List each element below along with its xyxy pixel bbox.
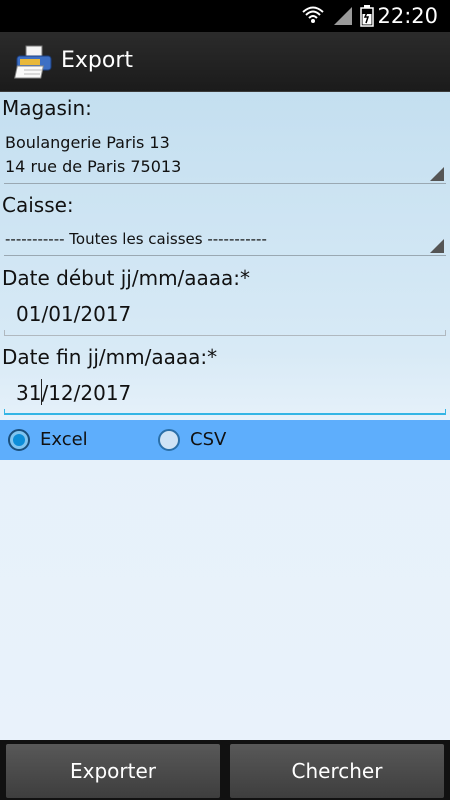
radio-selected-dot: [13, 434, 25, 446]
date-debut-value: 01/01/2017: [16, 302, 132, 326]
signal-icon: [334, 7, 352, 25]
magasin-spinner[interactable]: Boulangerie Paris 13 14 rue de Paris 750…: [4, 132, 446, 184]
caisse-spinner[interactable]: ----------- Toutes les caisses ---------…: [4, 228, 446, 256]
radio-excel[interactable]: [8, 429, 30, 451]
bottom-button-bar: Exporter Chercher: [0, 740, 450, 800]
caisse-value: ----------- Toutes les caisses ---------…: [5, 230, 267, 248]
radio-excel-label[interactable]: Excel: [40, 429, 88, 450]
action-bar: Export: [0, 32, 450, 92]
radio-csv[interactable]: [158, 429, 180, 451]
magasin-label: Magasin:: [2, 96, 92, 120]
printer-app-icon: [14, 45, 52, 79]
format-radio-group: Excel CSV: [0, 420, 450, 460]
page-title: Export: [61, 48, 134, 73]
exporter-button[interactable]: Exporter: [6, 744, 220, 798]
spinner-arrow-icon: [430, 167, 444, 181]
spinner-arrow-icon: [430, 239, 444, 253]
battery-icon: [360, 5, 374, 27]
date-debut-input[interactable]: 01/01/2017: [4, 294, 446, 336]
export-form: Magasin: Boulangerie Paris 13 14 rue de …: [0, 92, 450, 740]
radio-csv-label[interactable]: CSV: [190, 429, 226, 450]
wifi-icon: [302, 6, 324, 23]
date-fin-value: 31/12/2017: [16, 381, 132, 405]
status-time: 22:20: [377, 4, 438, 28]
chercher-button[interactable]: Chercher: [230, 744, 444, 798]
magasin-address: 14 rue de Paris 75013: [5, 157, 182, 176]
caisse-label: Caisse:: [2, 193, 74, 217]
date-fin-label: Date fin jj/mm/aaaa:*: [2, 345, 218, 369]
text-cursor: [41, 379, 42, 405]
date-fin-input[interactable]: 31/12/2017: [4, 373, 446, 415]
date-debut-label: Date début jj/mm/aaaa:*: [2, 266, 251, 290]
magasin-name: Boulangerie Paris 13: [5, 133, 170, 152]
status-bar: 22:20: [0, 0, 450, 32]
